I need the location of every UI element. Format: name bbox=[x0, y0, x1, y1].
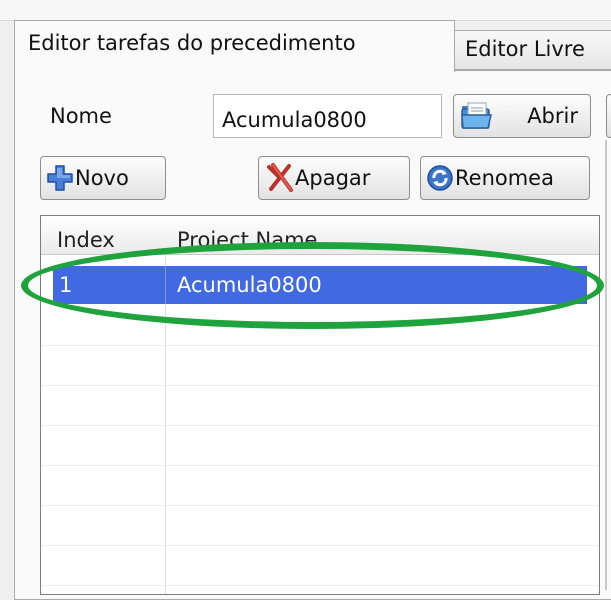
delete-button-label: Apagar bbox=[295, 166, 371, 190]
open-button[interactable]: Abrir bbox=[453, 94, 591, 138]
refresh-icon bbox=[425, 163, 455, 193]
row-divider bbox=[41, 545, 599, 546]
row-divider bbox=[41, 385, 599, 386]
table-header: Index Project Name bbox=[41, 216, 599, 255]
new-button[interactable]: Novo bbox=[40, 156, 166, 200]
name-label: Nome bbox=[50, 104, 112, 128]
new-button-label: Novo bbox=[75, 166, 129, 190]
tab-label: Editor tarefas do precedimento bbox=[28, 31, 356, 55]
table-row[interactable]: 1 Acumula0800 bbox=[53, 266, 587, 304]
window-top-strip bbox=[0, 0, 611, 21]
tab-editor-tarefas[interactable]: Editor tarefas do precedimento bbox=[14, 20, 455, 72]
cell-project-name: Acumula0800 bbox=[177, 273, 322, 297]
rename-button[interactable]: Renomea bbox=[420, 156, 590, 200]
row-divider bbox=[41, 425, 599, 426]
tab-editor-livre[interactable]: Editor Livre bbox=[454, 30, 611, 70]
row-divider bbox=[41, 345, 599, 346]
name-input[interactable] bbox=[213, 94, 442, 138]
delete-x-icon bbox=[265, 162, 295, 194]
tab-label: Editor Livre bbox=[465, 37, 585, 61]
project-table: Index Project Name 1 Acumula0800 bbox=[40, 215, 600, 595]
open-button-label: Abrir bbox=[527, 104, 578, 128]
plus-icon bbox=[45, 163, 75, 193]
rename-button-label: Renomea bbox=[455, 166, 554, 190]
delete-button[interactable]: Apagar bbox=[258, 156, 410, 200]
cell-index: 1 bbox=[59, 273, 73, 297]
row-divider bbox=[41, 585, 599, 586]
cell-divider bbox=[165, 266, 166, 304]
column-header-index[interactable]: Index bbox=[57, 228, 115, 252]
extra-button[interactable] bbox=[606, 94, 611, 138]
row-divider bbox=[41, 505, 599, 506]
column-header-project-name[interactable]: Project Name bbox=[177, 228, 317, 252]
folder-open-icon bbox=[460, 101, 494, 131]
row-divider bbox=[41, 465, 599, 466]
splitter[interactable] bbox=[605, 140, 607, 590]
